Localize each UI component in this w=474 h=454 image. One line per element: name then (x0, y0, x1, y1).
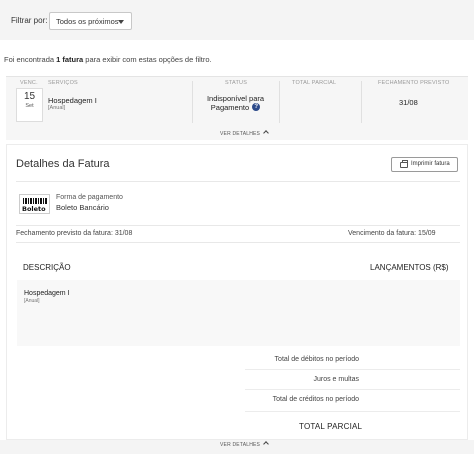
print-invoice-button[interactable]: Imprimir fatura (391, 157, 458, 172)
divider (16, 225, 460, 226)
toggle-details-button[interactable]: VER DETALHES (220, 130, 269, 137)
divider (245, 411, 460, 412)
header-status: STATUS (225, 80, 248, 86)
divider (16, 242, 460, 243)
divider (245, 389, 460, 390)
chevron-down-icon (118, 20, 124, 24)
result-summary: Foi encontrada 1 fatura para exibir com … (4, 55, 212, 64)
result-count: 1 fatura (56, 55, 84, 64)
chevron-up-icon (263, 441, 269, 447)
column-divider (192, 81, 193, 123)
total-creditos-label: Total de créditos no período (272, 396, 359, 403)
column-lancamentos: LANÇAMENTOS (R$) (370, 263, 449, 272)
toggle-details-label: VER DETALHES (220, 131, 261, 137)
juros-label: Juros e multas (313, 376, 359, 383)
line-item-name: Hospedagem I (24, 290, 70, 297)
column-divider (279, 81, 280, 123)
toggle-details-label: VER DETALHES (220, 442, 261, 448)
filter-select-value: Todos os próximos (56, 17, 119, 26)
filter-select[interactable]: Todos os próximos (49, 12, 132, 30)
due-month: Set (25, 103, 34, 109)
service-period: [Anual] (48, 105, 66, 111)
header-total-parcial: TOTAL PARCIAL (292, 80, 337, 86)
info-icon[interactable]: ? (252, 103, 261, 111)
bottom-toggle-bar: VER DETALHES (0, 440, 474, 454)
header-venc: VENC. (20, 80, 38, 86)
expected-closing-date: Fechamento previsto da fatura: 31/08 (16, 230, 133, 237)
payment-method-label: Forma de pagamento (56, 194, 123, 201)
due-day: 15 (23, 91, 36, 102)
column-divider (361, 81, 362, 123)
fechamento-value: 31/08 (399, 98, 418, 107)
print-invoice-label: Imprimir fatura (411, 161, 450, 167)
total-parcial-label: TOTAL PARCIAL (299, 422, 363, 431)
due-date: Vencimento da fatura: 15/09 (348, 230, 436, 237)
barcode-icon (23, 198, 47, 204)
details-title: Detalhes da Fatura (16, 158, 110, 170)
boleto-logo: Boleto (19, 194, 50, 214)
payment-method-value: Boleto Bancário (56, 203, 109, 212)
total-debitos-label: Total de débitos no período (274, 356, 359, 363)
divider (16, 181, 460, 182)
line-item-period: [Anual] (24, 298, 40, 304)
chevron-up-icon (263, 130, 269, 136)
invoice-details-panel: Detalhes da Fatura Imprimir fatura Bolet… (6, 144, 468, 440)
boleto-logo-text: Boleto (22, 205, 46, 213)
header-fechamento: FECHAMENTO PREVISTO (378, 80, 450, 86)
result-suffix: para exibir com estas opções de filtro. (83, 55, 212, 64)
printer-icon (400, 160, 408, 168)
due-date-box: 15 Set (16, 88, 43, 122)
filter-label: Filtrar por: (11, 16, 48, 25)
header-servicos: SERVIÇOS (48, 80, 78, 86)
service-name: Hospedagem I (48, 96, 97, 105)
toggle-details-button[interactable]: VER DETALHES (220, 441, 269, 448)
column-descricao: DESCRIÇÃO (23, 263, 71, 272)
invoice-status: Indisponível para Pagamento ? (203, 94, 268, 112)
result-prefix: Foi encontrada (4, 55, 57, 64)
filter-bar: Filtrar por: Todos os próximos (0, 0, 474, 40)
line-items: Hospedagem I [Anual] (17, 280, 460, 346)
divider (245, 369, 460, 370)
invoice-row[interactable]: VENC. SERVIÇOS STATUS TOTAL PARCIAL FECH… (6, 76, 468, 140)
